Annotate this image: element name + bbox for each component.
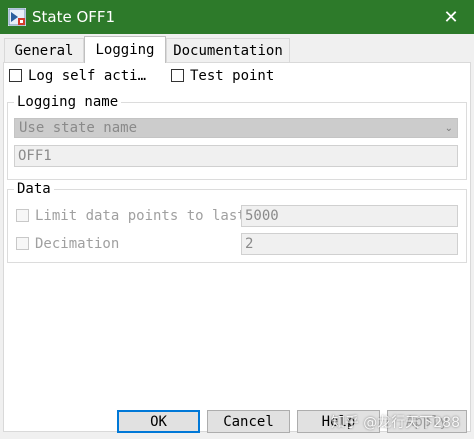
chevron-down-icon: ⌄ (444, 123, 453, 134)
dialog-body: General Logging Documentation Log self a… (0, 34, 474, 439)
decimation-label: Decimation (35, 236, 120, 252)
limit-data-points-value: 5000 (245, 208, 279, 224)
logging-name-group (7, 102, 467, 180)
test-point-label: Test point (190, 68, 275, 84)
test-point-checkbox[interactable] (171, 69, 184, 82)
logging-name-input-value: OFF1 (18, 148, 52, 164)
logging-name-select[interactable]: Use state name ⌄ (14, 118, 458, 138)
logging-name-select-value: Use state name (19, 120, 138, 136)
logging-name-legend: Logging name (14, 94, 122, 110)
limit-data-points-label: Limit data points to last (35, 208, 246, 224)
close-icon: ✕ (443, 6, 459, 28)
tab-logging[interactable]: Logging (84, 36, 166, 63)
decimation-value: 2 (245, 236, 254, 252)
limit-data-points-input[interactable]: 5000 (241, 205, 458, 227)
logging-panel: Log self acti… Test point Logging name U… (3, 62, 471, 432)
cancel-button[interactable]: Cancel (207, 410, 290, 433)
watermark-text: 知乎 @龙行天下288 (330, 415, 460, 431)
limit-data-points-checkbox[interactable] (16, 209, 29, 222)
ok-button[interactable]: OK (117, 410, 200, 433)
tab-general[interactable]: General (4, 38, 84, 62)
window-title: State OFF1 (32, 8, 116, 26)
title-bar[interactable]: State OFF1 ✕ (0, 0, 474, 34)
decimation-input[interactable]: 2 (241, 233, 458, 255)
log-self-activity-checkbox[interactable] (9, 69, 22, 82)
tab-documentation[interactable]: Documentation (166, 38, 290, 62)
decimation-checkbox[interactable] (16, 237, 29, 250)
logging-name-input[interactable]: OFF1 (14, 145, 458, 167)
simulink-state-icon (8, 8, 26, 26)
log-self-activity-label: Log self acti… (28, 68, 147, 84)
close-button[interactable]: ✕ (428, 0, 474, 34)
data-legend: Data (14, 181, 54, 197)
